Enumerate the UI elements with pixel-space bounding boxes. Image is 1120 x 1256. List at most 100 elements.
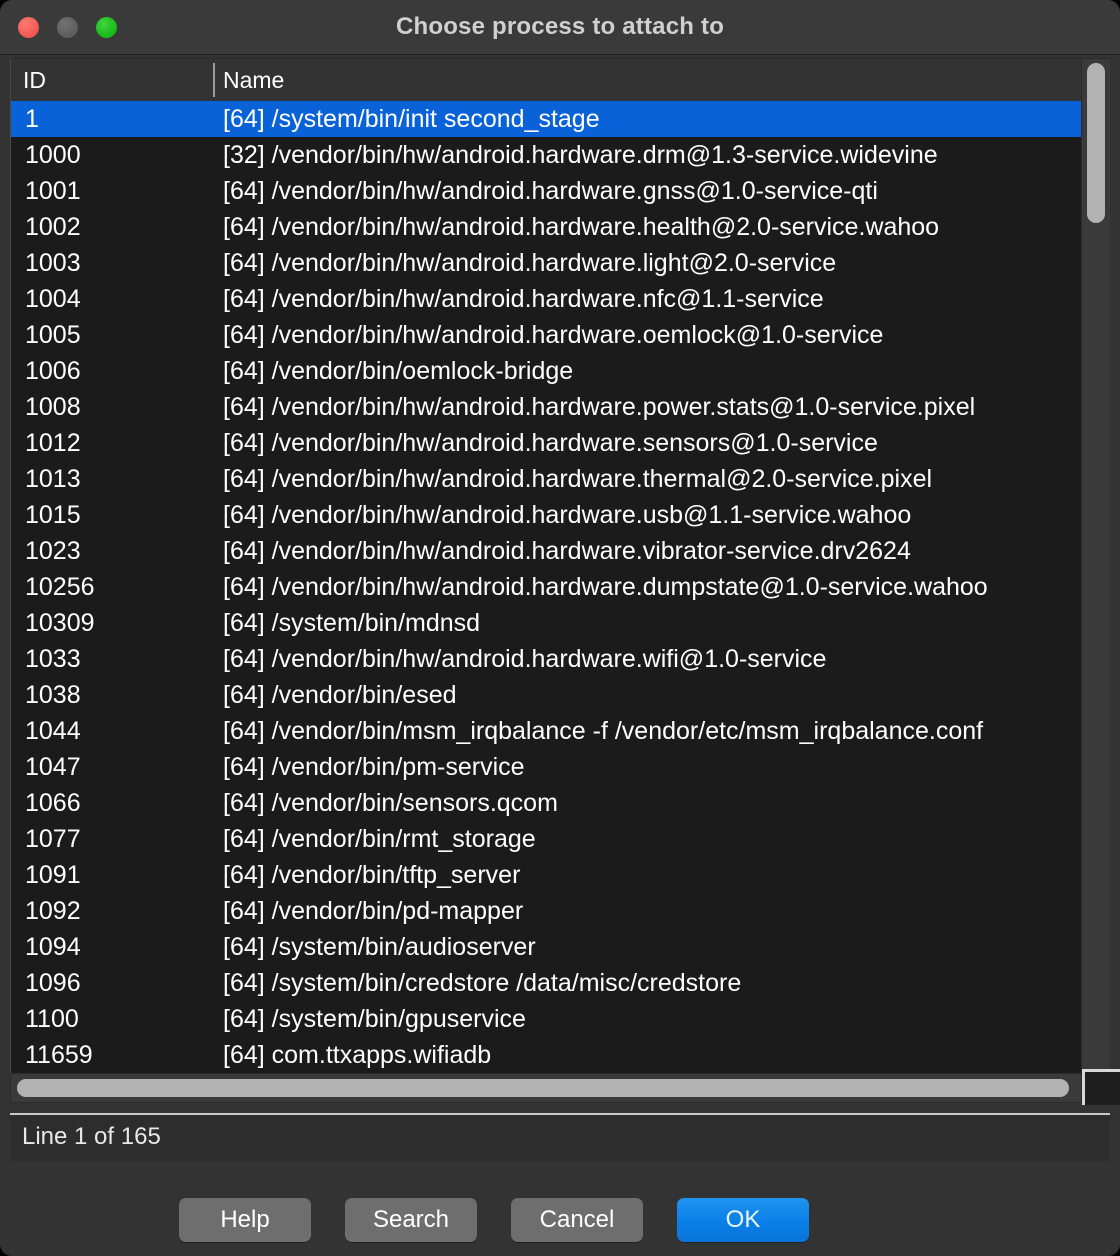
process-row-id: 1044 bbox=[25, 717, 81, 745]
process-row[interactable]: 1033 [64] /vendor/bin/hw/android.hardware… bbox=[11, 641, 1083, 677]
scrollbar-corner bbox=[1082, 1069, 1120, 1105]
column-divider[interactable] bbox=[213, 63, 215, 97]
process-row-name: [64] /vendor/bin/esed bbox=[223, 681, 457, 709]
process-row[interactable]: 1000 [32] /vendor/bin/hw/android.hardware… bbox=[11, 137, 1083, 173]
process-row-id: 1005 bbox=[25, 321, 81, 349]
process-row-name: [64] /vendor/bin/pm-service bbox=[223, 753, 525, 781]
window-title: Choose process to attach to bbox=[395, 13, 725, 40]
process-row-id: 1012 bbox=[25, 429, 81, 457]
process-row-name: [64] /system/bin/mdnsd bbox=[223, 609, 481, 637]
footer: HelpSearchCancelOK 看雪 bbox=[0, 1161, 1120, 1256]
process-row-id: 1100 bbox=[25, 1005, 79, 1033]
process-row-name: [64] /system/bin/credstore /data/misc/cr… bbox=[223, 969, 742, 997]
statusbar-text: Line 1 of 165 bbox=[22, 1123, 161, 1150]
column-header: ID Name bbox=[11, 59, 1110, 101]
process-row-name: [64] /system/bin/audioserver bbox=[223, 933, 536, 961]
process-row-id: 10309 bbox=[25, 609, 95, 637]
process-row-id: 1091 bbox=[25, 861, 81, 889]
process-row[interactable]: 1004 [64] /vendor/bin/hw/android.hardware… bbox=[11, 281, 1083, 317]
process-row-name: [64] /vendor/bin/sensors.qcom bbox=[223, 789, 558, 817]
process-row-name: [64] /vendor/bin/msm_irqbalance -f /vend… bbox=[223, 717, 984, 745]
process-row[interactable]: 1005 [64] /vendor/bin/hw/android.hardware… bbox=[11, 317, 1083, 353]
process-row-name: [64] /system/bin/init second_stage bbox=[223, 105, 600, 133]
process-row[interactable]: 1092 [64] /vendor/bin/pd-mapper bbox=[11, 893, 1083, 929]
process-row-id: 1096 bbox=[25, 969, 81, 997]
statusbar: Line 1 of 165 bbox=[10, 1113, 1110, 1161]
process-row[interactable]: 1096 [64] /system/bin/credstore /data/mis… bbox=[11, 965, 1083, 1001]
process-row[interactable]: 1038 [64] /vendor/bin/esed bbox=[11, 677, 1083, 713]
process-row-name: [64] /vendor/bin/oemlock-bridge bbox=[223, 357, 574, 385]
process-row-id: 10256 bbox=[25, 573, 95, 601]
process-chooser-window: Choose process to attach to ID Name 1 [64… bbox=[0, 0, 1120, 1256]
process-row-id: 1006 bbox=[25, 357, 81, 385]
process-row-name: [64] /vendor/bin/rmt_storage bbox=[223, 825, 536, 853]
process-row-id: 1015 bbox=[25, 501, 81, 529]
titlebar: Choose process to attach to bbox=[0, 0, 1120, 55]
process-row[interactable]: 1006 [64] /vendor/bin/oemlock-bridge bbox=[11, 353, 1083, 389]
process-row-name: [64] /vendor/bin/hw/android.hardware.pow… bbox=[223, 393, 976, 421]
process-row[interactable]: 1003 [64] /vendor/bin/hw/android.hardware… bbox=[11, 245, 1083, 281]
process-row-id: 1023 bbox=[25, 537, 81, 565]
help-button[interactable]: Help bbox=[179, 1198, 311, 1242]
process-row-name: [64] /vendor/bin/hw/android.hardware.oem… bbox=[223, 321, 884, 349]
process-row[interactable]: 1002 [64] /vendor/bin/hw/android.hardware… bbox=[11, 209, 1083, 245]
process-row[interactable]: 1094 [64] /system/bin/audioserver bbox=[11, 929, 1083, 965]
dialog-buttons: Help Search Cancel OK bbox=[0, 1198, 1120, 1242]
process-row-name: [64] /system/bin/gpuservice bbox=[223, 1005, 526, 1033]
process-row-id: 1001 bbox=[25, 177, 81, 205]
process-row[interactable]: 11659 [64] com.ttxapps.wifiadb bbox=[11, 1037, 1083, 1073]
process-row-name: [64] /vendor/bin/hw/android.hardware.gns… bbox=[223, 177, 878, 205]
process-list-rows[interactable]: 1 [64] /system/bin/init second_stage 1000 [… bbox=[11, 101, 1083, 1102]
process-row-id: 1003 bbox=[25, 249, 81, 277]
column-header-name[interactable]: Name bbox=[223, 67, 284, 94]
process-row-name: [64] /vendor/bin/hw/android.hardware.vib… bbox=[223, 537, 911, 565]
search-button[interactable]: Search bbox=[345, 1198, 477, 1242]
process-row-name: [64] com.ttxapps.wifiadb bbox=[223, 1041, 492, 1069]
process-row-id: 1013 bbox=[25, 465, 81, 493]
ok-button[interactable]: OK bbox=[677, 1198, 809, 1242]
process-row-id: 1033 bbox=[25, 645, 81, 673]
cancel-button[interactable]: Cancel bbox=[511, 1198, 643, 1242]
process-row-name: [64] /vendor/bin/hw/android.hardware.lig… bbox=[223, 249, 837, 277]
process-row[interactable]: 1001 [64] /vendor/bin/hw/android.hardware… bbox=[11, 173, 1083, 209]
column-header-id[interactable]: ID bbox=[23, 67, 46, 94]
process-row-id: 1066 bbox=[25, 789, 81, 817]
process-row-id: 1002 bbox=[25, 213, 81, 241]
process-row-id: 1000 bbox=[25, 141, 81, 169]
process-row[interactable]: 1077 [64] /vendor/bin/rmt_storage bbox=[11, 821, 1083, 857]
process-row-name: [64] /vendor/bin/pd-mapper bbox=[223, 897, 524, 925]
process-row[interactable]: 1012 [64] /vendor/bin/hw/android.hardware… bbox=[11, 425, 1083, 461]
process-row-id: 1038 bbox=[25, 681, 81, 709]
process-row-name: [64] /vendor/bin/tftp_server bbox=[223, 861, 521, 889]
process-row[interactable]: 1100 [64] /system/bin/gpuservice bbox=[11, 1001, 1083, 1037]
process-row-id: 1004 bbox=[25, 285, 81, 313]
process-row[interactable]: 1066 [64] /vendor/bin/sensors.qcom bbox=[11, 785, 1083, 821]
vertical-scrollbar[interactable] bbox=[1081, 59, 1110, 1102]
process-row-id: 1 bbox=[25, 105, 39, 133]
process-row-name: [64] /vendor/bin/hw/android.hardware.hea… bbox=[223, 213, 940, 241]
process-row-id: 11659 bbox=[25, 1041, 93, 1069]
process-row[interactable]: 1 [64] /system/bin/init second_stage bbox=[11, 101, 1083, 137]
process-row[interactable]: 1044 [64] /vendor/bin/msm_irqbalance -f /… bbox=[11, 713, 1083, 749]
process-row[interactable]: 10309 [64] /system/bin/mdnsd bbox=[11, 605, 1083, 641]
process-list[interactable]: ID Name 1 [64] /system/bin/init second_st… bbox=[10, 58, 1110, 1102]
process-row-id: 1008 bbox=[25, 393, 81, 421]
process-row[interactable]: 1008 [64] /vendor/bin/hw/android.hardware… bbox=[11, 389, 1083, 425]
process-row[interactable]: 1091 [64] /vendor/bin/tftp_server bbox=[11, 857, 1083, 893]
process-row[interactable]: 10256 [64] /vendor/bin/hw/android.hardwar… bbox=[11, 569, 1083, 605]
horizontal-scrollbar-thumb[interactable] bbox=[17, 1079, 1069, 1097]
process-row[interactable]: 1015 [64] /vendor/bin/hw/android.hardware… bbox=[11, 497, 1083, 533]
process-row-name: [64] /vendor/bin/hw/android.hardware.dum… bbox=[223, 573, 988, 601]
process-row-name: [64] /vendor/bin/hw/android.hardware.wif… bbox=[223, 645, 827, 673]
process-row-name: [64] /vendor/bin/hw/android.hardware.usb… bbox=[223, 501, 912, 529]
horizontal-scrollbar[interactable] bbox=[10, 1073, 1082, 1103]
process-row-id: 1077 bbox=[25, 825, 81, 853]
process-row[interactable]: 1047 [64] /vendor/bin/pm-service bbox=[11, 749, 1083, 785]
process-row-name: [32] /vendor/bin/hw/android.hardware.drm… bbox=[223, 141, 938, 169]
process-row-name: [64] /vendor/bin/hw/android.hardware.nfc… bbox=[223, 285, 824, 313]
process-row[interactable]: 1013 [64] /vendor/bin/hw/android.hardware… bbox=[11, 461, 1083, 497]
process-row[interactable]: 1023 [64] /vendor/bin/hw/android.hardware… bbox=[11, 533, 1083, 569]
vertical-scrollbar-thumb[interactable] bbox=[1087, 63, 1105, 223]
process-row-id: 1094 bbox=[25, 933, 81, 961]
process-row-id: 1092 bbox=[25, 897, 81, 925]
